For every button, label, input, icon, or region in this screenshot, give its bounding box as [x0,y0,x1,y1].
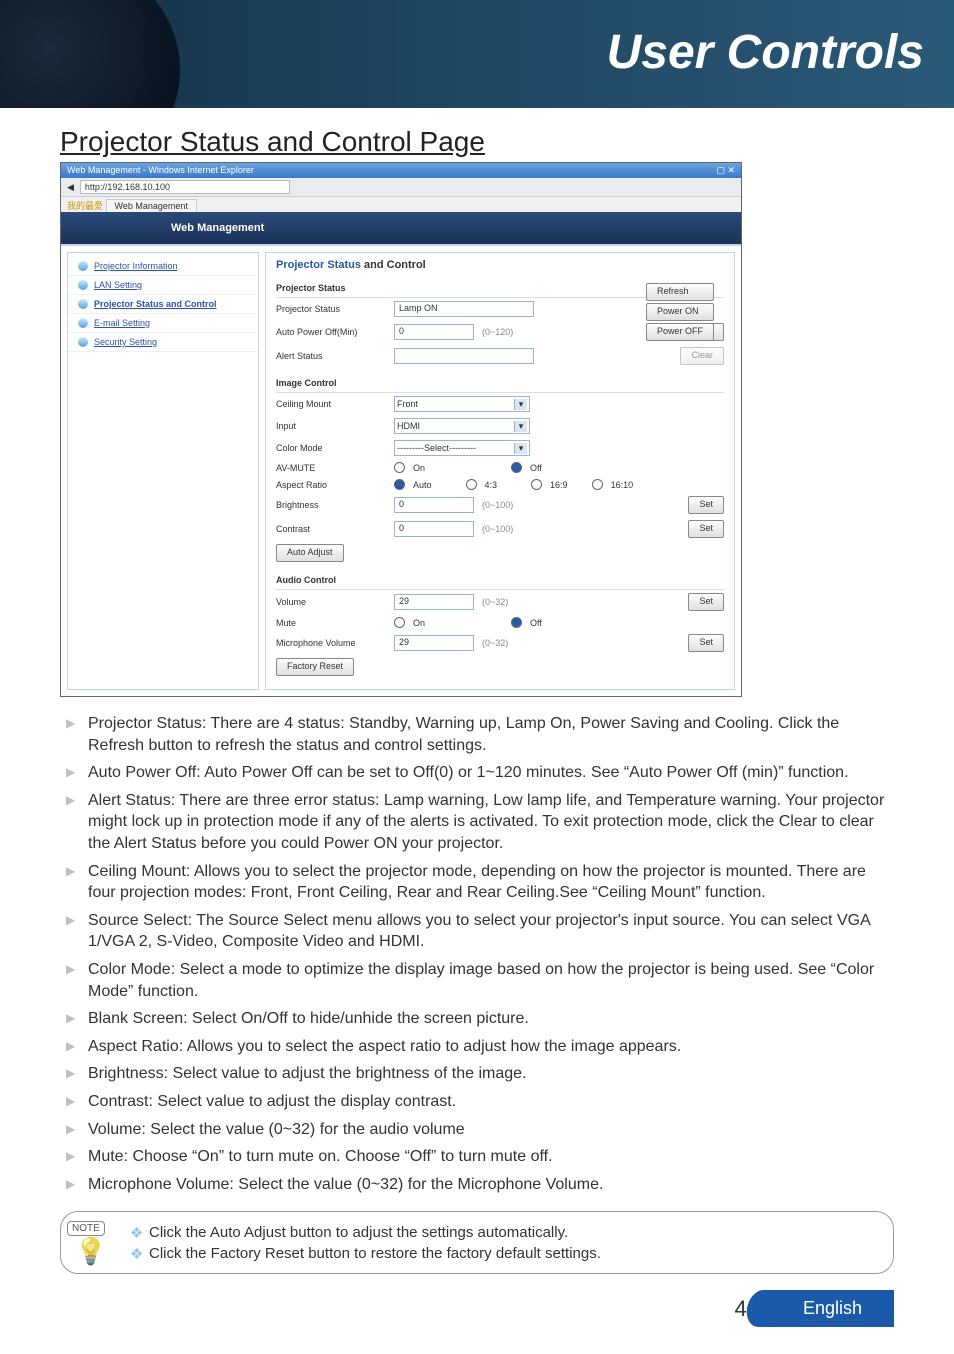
projector-status-value: Lamp ON [394,301,534,317]
contrast-set-button[interactable]: Set [688,520,724,538]
brightness-set-button[interactable]: Set [688,496,724,514]
avmute-on-radio[interactable] [394,462,405,473]
clear-button[interactable]: Clear [680,347,724,365]
sidebar-item-lan-setting[interactable]: LAN Setting [68,276,258,295]
ceiling-mount-label: Ceiling Mount [276,399,386,409]
chevron-down-icon: ▾ [514,443,527,454]
group-audio-control: Audio Control [276,571,724,590]
ie-titlebar: Web Management - Windows Internet Explor… [61,163,741,178]
browser-tab[interactable]: Web Management [106,199,197,212]
power-on-button[interactable]: Power ON [646,303,714,321]
sidebar-item-security-setting[interactable]: Security Setting [68,333,258,352]
page-banner: User Controls [0,0,954,108]
bullet-item: Contrast: Select value to adjust the dis… [60,1091,894,1119]
bullet-icon [78,318,88,328]
sidebar-item-email-setting[interactable]: E-mail Setting [68,314,258,333]
brightness-input[interactable]: 0 [394,497,474,513]
note-line: Click the Auto Adjust button to adjust t… [127,1222,601,1243]
window-controls-icon[interactable]: ▢ ✕ [716,165,735,176]
page-footer: 41 English [60,1274,894,1333]
url-field[interactable]: http://192.168.10.100 [80,180,290,194]
back-icon[interactable]: ◀ [67,182,74,193]
auto-adjust-button[interactable]: Auto Adjust [276,544,344,562]
note-label: NOTE [67,1221,105,1236]
contrast-label: Contrast [276,524,386,534]
chevron-down-icon: ▾ [514,399,527,410]
bullet-icon [78,337,88,347]
bullet-item: Alert Status: There are three error stat… [60,790,894,861]
panel-title: Projector Status and Control [276,259,724,271]
bullet-icon [78,261,88,271]
ie-window-title: Web Management - Windows Internet Explor… [67,165,254,176]
input-label: Input [276,421,386,431]
mic-set-button[interactable]: Set [688,634,724,652]
brightness-label: Brightness [276,500,386,510]
bullet-item: Microphone Volume: Select the value (0~3… [60,1174,894,1202]
aspect-43-radio[interactable] [466,479,477,490]
projector-status-label: Projector Status [276,304,386,314]
bullet-item: Auto Power Off: Auto Power Off can be se… [60,762,894,790]
input-select[interactable]: HDMI▾ [394,418,530,434]
bullet-item: Aspect Ratio: Allows you to select the a… [60,1036,894,1064]
ceiling-mount-select[interactable]: Front▾ [394,396,530,412]
power-off-button[interactable]: Power OFF [646,323,714,341]
av-mute-label: AV-MUTE [276,463,386,473]
alert-status-label: Alert Status [276,351,386,361]
bullet-item: Mute: Choose “On” to turn mute on. Choos… [60,1146,894,1174]
bullet-item: Volume: Select the value (0~32) for the … [60,1119,894,1147]
aspect-1610-radio[interactable] [592,479,603,490]
note-box: NOTE 💡 Click the Auto Adjust button to a… [60,1211,894,1274]
wm-header: Web Management [61,212,741,244]
bullet-item: Ceiling Mount: Allows you to select the … [60,861,894,910]
bullet-icon [78,299,88,309]
mute-on-radio[interactable] [394,617,405,628]
volume-input[interactable]: 29 [394,594,474,610]
mic-volume-label: Microphone Volume [276,638,386,648]
volume-set-button[interactable]: Set [688,593,724,611]
auto-power-off-input[interactable]: 0 [394,324,474,340]
bullet-item: Source Select: The Source Select menu al… [60,910,894,959]
aspect-169-radio[interactable] [531,479,542,490]
color-mode-label: Color Mode [276,443,386,453]
chevron-down-icon: ▾ [514,421,527,432]
wm-main-panel: Projector Status and Control Projector S… [265,252,735,690]
sidebar-item-projector-information[interactable]: Projector Information [68,257,258,276]
mute-label: Mute [276,618,386,628]
color-mode-select[interactable]: ---------Select---------▾ [394,440,530,456]
volume-label: Volume [276,597,386,607]
wm-sidebar: Projector Information LAN Setting Projec… [67,252,259,690]
mic-volume-input[interactable]: 29 [394,635,474,651]
group-image-control: Image Control [276,374,724,393]
note-line: Click the Factory Reset button to restor… [127,1243,601,1264]
alert-status-value [394,348,534,364]
banner-title: User Controls [607,25,924,80]
favorites-label[interactable]: 我的最愛 [67,201,103,211]
section-heading: Projector Status and Control Page [60,126,894,158]
lightbulb-icon: 💡 [67,1236,115,1267]
bullet-item: Brightness: Select value to adjust the b… [60,1063,894,1091]
factory-reset-button[interactable]: Factory Reset [276,658,354,676]
sidebar-item-status-control[interactable]: Projector Status and Control [68,295,258,314]
mute-off-radio[interactable] [511,617,522,628]
bullet-icon [78,280,88,290]
bullet-item: Blank Screen: Select On/Off to hide/unhi… [60,1008,894,1036]
language-tab: English [765,1290,894,1327]
embedded-screenshot: Web Management - Windows Internet Explor… [60,162,742,697]
contrast-input[interactable]: 0 [394,521,474,537]
feature-bullet-list: Projector Status: There are 4 status: St… [60,713,894,1201]
refresh-button[interactable]: Refresh [646,283,714,301]
aspect-ratio-label: Aspect Ratio [276,480,386,490]
apo-hint: (0~120) [482,327,513,337]
avmute-off-radio[interactable] [511,462,522,473]
auto-power-off-label: Auto Power Off(Min) [276,327,386,337]
ie-address-bar: ◀ http://192.168.10.100 [61,178,741,197]
bullet-item: Projector Status: There are 4 status: St… [60,713,894,762]
bullet-item: Color Mode: Select a mode to optimize th… [60,959,894,1008]
aspect-auto-radio[interactable] [394,479,405,490]
